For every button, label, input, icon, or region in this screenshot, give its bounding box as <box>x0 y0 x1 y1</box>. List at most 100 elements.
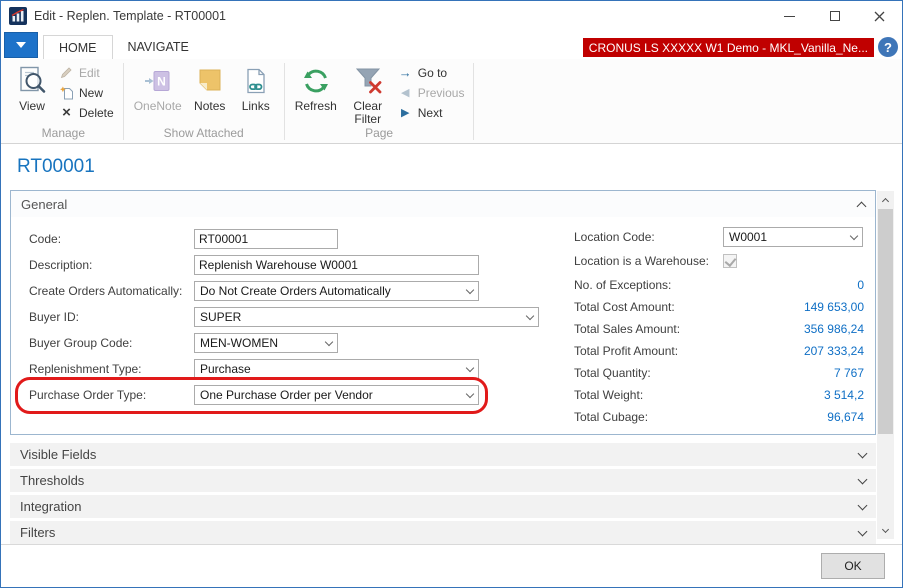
help-button[interactable]: ? <box>878 37 898 57</box>
purchase-order-type-value: One Purchase Order per Vendor <box>200 388 467 402</box>
previous-button: ◀ Previous <box>394 83 469 102</box>
total-profit-amount-value[interactable]: 207 333,24 <box>723 344 864 358</box>
field-row-total-sales-amount: Total Sales Amount: 356 986,24 <box>574 318 864 340</box>
chevron-down-icon <box>466 389 474 397</box>
delete-x-icon: × <box>59 106 74 119</box>
new-page-icon <box>59 86 74 100</box>
field-row-total-weight: Total Weight: 3 514,2 <box>574 384 864 406</box>
no-of-exceptions-label: No. of Exceptions: <box>574 278 723 292</box>
application-menu-button[interactable] <box>4 32 38 58</box>
no-of-exceptions-value[interactable]: 0 <box>723 278 864 292</box>
ribbon-separator <box>123 63 124 140</box>
tab-navigate[interactable]: NAVIGATE <box>113 35 204 59</box>
create-orders-automatically-value: Do Not Create Orders Automatically <box>200 284 467 298</box>
fasttab-visible-fields-label: Visible Fields <box>20 447 859 462</box>
description-input[interactable] <box>194 255 479 275</box>
fasttab-visible-fields[interactable]: Visible Fields <box>10 443 876 466</box>
titlebar: Edit - Replen. Template - RT00001 <box>1 1 902 31</box>
fasttab-general: General Code: Description: Create Orders… <box>10 190 876 435</box>
close-icon <box>874 11 885 22</box>
ribbon-separator <box>284 63 285 140</box>
next-button[interactable]: ▶ Next <box>394 103 469 122</box>
ribbon-group-show-attached: N OneNote Notes Links Show Atta <box>129 60 279 143</box>
field-row-total-quantity: Total Quantity: 7 767 <box>574 362 864 384</box>
field-row-no-of-exceptions: No. of Exceptions: 0 <box>574 274 864 296</box>
view-button-label: View <box>19 100 45 113</box>
fasttab-filters[interactable]: Filters <box>10 521 876 544</box>
create-orders-automatically-label: Create Orders Automatically: <box>29 284 194 298</box>
code-input[interactable] <box>194 229 338 249</box>
purchase-order-type-label: Purchase Order Type: <box>29 388 194 402</box>
view-button[interactable]: View <box>9 60 55 126</box>
description-label: Description: <box>29 258 194 272</box>
location-is-warehouse-label: Location is a Warehouse: <box>574 254 723 268</box>
edit-button: Edit <box>55 63 118 82</box>
go-to-button[interactable]: → Go to <box>394 63 469 82</box>
field-row-total-cost-amount: Total Cost Amount: 149 653,00 <box>574 296 864 318</box>
clear-filter-button-label: Clear Filter <box>347 100 389 126</box>
total-quantity-label: Total Quantity: <box>574 366 723 380</box>
minimize-button[interactable] <box>767 1 812 31</box>
scrollbar-thumb[interactable] <box>878 209 893 434</box>
total-cost-amount-value[interactable]: 149 653,00 <box>723 300 864 314</box>
ribbon-separator <box>473 63 474 140</box>
page-title: RT00001 <box>1 144 902 190</box>
fasttab-integration-label: Integration <box>20 499 859 514</box>
total-weight-value[interactable]: 3 514,2 <box>723 388 864 402</box>
fasttab-thresholds[interactable]: Thresholds <box>10 469 876 492</box>
buyer-id-select[interactable]: SUPER <box>194 307 539 327</box>
replenishment-type-select[interactable]: Purchase <box>194 359 479 379</box>
field-row-replenishment-type: Replenishment Type: Purchase <box>29 356 559 382</box>
total-cubage-value[interactable]: 96,674 <box>723 410 864 424</box>
ribbon-tab-row: HOME NAVIGATE CRONUS LS XXXXX W1 Demo - … <box>1 31 902 59</box>
close-button[interactable] <box>857 1 902 31</box>
next-button-label: Next <box>418 106 443 120</box>
sticky-note-icon <box>197 62 223 100</box>
ok-button[interactable]: OK <box>821 553 885 579</box>
field-row-create-orders-automatically: Create Orders Automatically: Do Not Crea… <box>29 278 559 304</box>
page-content: RT00001 General Code: Description: <box>1 144 902 544</box>
new-button[interactable]: New <box>55 83 118 102</box>
nav-edit-window: Edit - Replen. Template - RT00001 HOME N… <box>0 0 903 588</box>
go-to-arrow-icon: → <box>398 65 413 80</box>
buyer-group-code-select[interactable]: MEN-WOMEN <box>194 333 338 353</box>
ribbon-group-label-show-attached: Show Attached <box>129 126 279 143</box>
delete-button[interactable]: × Delete <box>55 103 118 122</box>
create-orders-automatically-select[interactable]: Do Not Create Orders Automatically <box>194 281 479 301</box>
notes-button[interactable]: Notes <box>187 60 233 126</box>
ribbon-group-manage: View Edit New <box>9 60 118 143</box>
links-button[interactable]: Links <box>233 60 279 126</box>
scroll-up-button[interactable] <box>877 191 894 208</box>
fasttab-general-header[interactable]: General <box>11 191 875 217</box>
field-row-location-is-warehouse: Location is a Warehouse: <box>574 248 864 274</box>
purchase-order-type-select[interactable]: One Purchase Order per Vendor <box>194 385 479 405</box>
refresh-icon <box>302 62 330 100</box>
refresh-button[interactable]: Refresh <box>290 60 342 126</box>
tab-home[interactable]: HOME <box>43 35 113 59</box>
previous-button-label: Previous <box>418 86 465 100</box>
next-arrow-icon: ▶ <box>398 106 413 119</box>
go-to-button-label: Go to <box>418 66 447 80</box>
location-code-select[interactable]: W0001 <box>723 227 863 247</box>
location-code-label: Location Code: <box>574 230 723 244</box>
buyer-group-code-value: MEN-WOMEN <box>200 336 326 350</box>
maximize-button[interactable] <box>812 1 857 31</box>
fasttab-thresholds-label: Thresholds <box>20 473 859 488</box>
chevron-down-icon <box>858 474 868 484</box>
view-document-magnifier-icon <box>17 62 47 100</box>
total-quantity-value[interactable]: 7 767 <box>723 366 864 380</box>
clear-filter-button[interactable]: Clear Filter <box>342 60 394 126</box>
field-row-description: Description: <box>29 252 559 278</box>
chevron-down-icon <box>882 525 889 532</box>
total-cost-amount-label: Total Cost Amount: <box>574 300 723 314</box>
onenote-button-label: OneNote <box>134 100 182 113</box>
field-row-buyer-group-code: Buyer Group Code: MEN-WOMEN <box>29 330 559 356</box>
total-sales-amount-value[interactable]: 356 986,24 <box>723 322 864 336</box>
chevron-up-icon <box>857 201 867 211</box>
scroll-down-button[interactable] <box>877 522 894 539</box>
new-button-label: New <box>79 86 103 100</box>
chevron-up-icon <box>882 198 889 205</box>
vertical-scrollbar[interactable] <box>877 191 894 539</box>
fasttab-integration[interactable]: Integration <box>10 495 876 518</box>
chevron-down-icon <box>16 42 26 48</box>
